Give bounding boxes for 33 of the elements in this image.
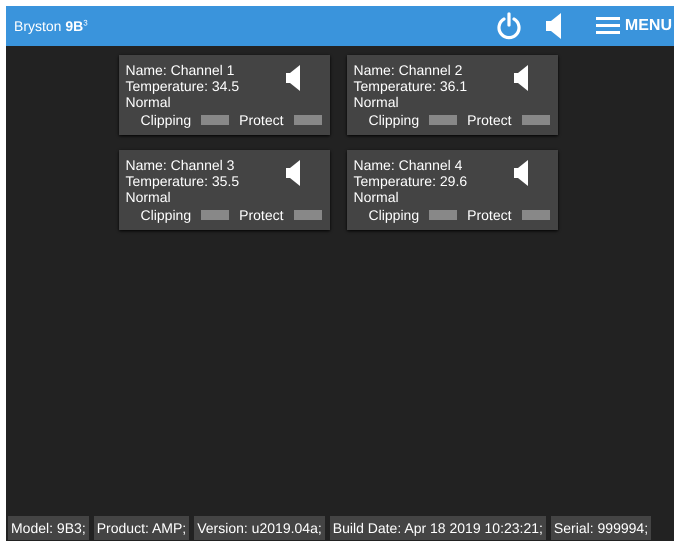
speaker-icon[interactable] <box>514 160 528 186</box>
menu-button[interactable]: MENU <box>580 17 674 35</box>
brand-title: Bryston 9B$^{3}$ <box>14 18 88 34</box>
status-item: Model: 9B3; <box>8 516 89 540</box>
channel-temperature: Temperature: 29.6 <box>354 173 468 189</box>
channel-status: Normal <box>354 189 400 205</box>
indicator-label: Protect <box>467 112 512 128</box>
indicator-label: Clipping <box>140 207 192 223</box>
channel-status: Normal <box>126 94 172 110</box>
status-item: Product: AMP; <box>94 516 190 540</box>
indicator-label: Protect <box>239 112 284 128</box>
channel-name: Name: Channel 3 <box>126 157 236 173</box>
indicator-label: Protect <box>239 207 284 223</box>
channel-temperature: Temperature: 35.5 <box>126 173 240 189</box>
status-item: Build Date: Apr 18 2019 10:23:21; <box>330 516 546 540</box>
channel-status: Normal <box>126 189 172 205</box>
speaker-icon[interactable] <box>286 160 300 186</box>
speaker-icon[interactable] <box>514 65 528 91</box>
channel-temperature: Temperature: 34.5 <box>126 78 240 94</box>
menu-icon <box>596 17 620 35</box>
status-item: Version: u2019.04a; <box>194 516 325 540</box>
status-item: Serial: 999994; <box>550 516 652 540</box>
channel-temperature: Temperature: 36.1 <box>354 78 468 94</box>
channel-status: Normal <box>354 94 400 110</box>
indicator-label: Clipping <box>368 207 420 223</box>
indicator-label: Clipping <box>368 112 420 128</box>
indicator-label: Clipping <box>140 112 192 128</box>
channel-name: Name: Channel 2 <box>354 62 464 78</box>
speaker-icon[interactable] <box>286 65 300 91</box>
indicator-label: Protect <box>467 207 512 223</box>
channel-name: Name: Channel 1 <box>126 62 236 78</box>
channel-name: Name: Channel 4 <box>354 157 464 173</box>
power-icon[interactable] <box>496 12 522 40</box>
